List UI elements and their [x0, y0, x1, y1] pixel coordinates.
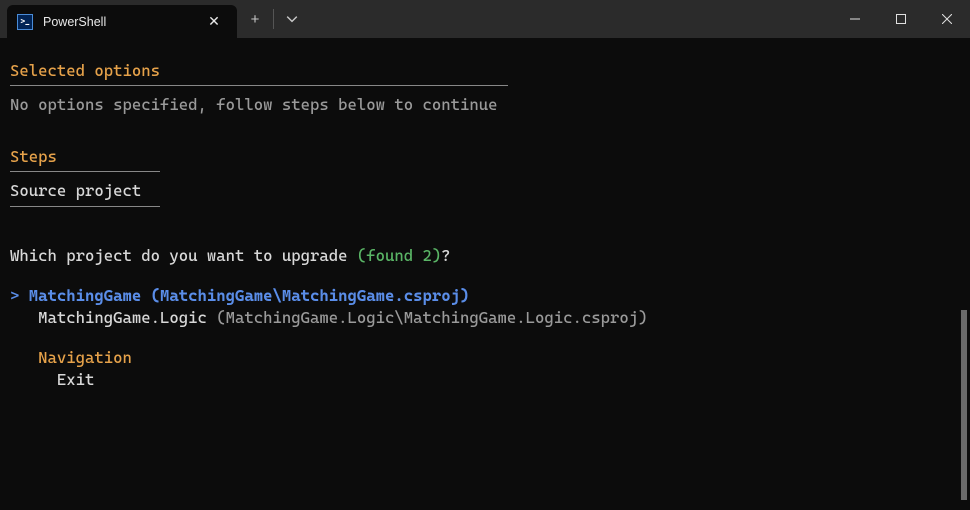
maximize-button[interactable] [878, 0, 924, 38]
scrollbar-thumb[interactable] [961, 310, 967, 500]
tab-title: PowerShell [43, 15, 195, 29]
underline [10, 171, 160, 172]
tab-dropdown-button[interactable] [274, 0, 310, 38]
prompt-found-count: (found 2) [357, 246, 441, 265]
navigation-heading: Navigation [10, 347, 960, 369]
current-step: Source project [10, 180, 960, 202]
project-path: (MatchingGame\MatchingGame.csproj) [151, 285, 470, 307]
powershell-icon [17, 14, 33, 30]
selected-options-message: No options specified, follow steps below… [10, 94, 960, 116]
underline [10, 206, 160, 207]
tab-actions: + [237, 0, 310, 38]
project-option[interactable]: MatchingGame.Logic (MatchingGame.Logic\M… [10, 307, 960, 329]
navigation-exit[interactable]: Exit [10, 369, 960, 391]
titlebar: PowerShell ✕ + [0, 0, 970, 38]
prompt-suffix: ? [441, 246, 450, 265]
project-name: MatchingGame.Logic [38, 308, 207, 327]
new-tab-button[interactable]: + [237, 0, 273, 38]
minimize-button[interactable] [832, 0, 878, 38]
steps-heading: Steps [10, 146, 960, 168]
window-controls [832, 0, 970, 38]
selected-options-heading: Selected options [10, 60, 960, 82]
close-window-button[interactable] [924, 0, 970, 38]
close-tab-icon[interactable]: ✕ [205, 13, 223, 31]
underline [10, 85, 508, 86]
project-path: (MatchingGame.Logic\MatchingGame.Logic.c… [216, 308, 647, 327]
tab-powershell[interactable]: PowerShell ✕ [7, 5, 237, 38]
project-option-selected[interactable]: > MatchingGame (MatchingGame\MatchingGam… [10, 285, 960, 307]
prompt-question: Which project do you want to upgrade (fo… [10, 245, 960, 267]
terminal-content[interactable]: Selected options No options specified, f… [0, 38, 970, 401]
project-name: MatchingGame [29, 285, 142, 307]
prompt-prefix: Which project do you want to upgrade [10, 246, 357, 265]
selection-cursor: > [10, 285, 19, 307]
